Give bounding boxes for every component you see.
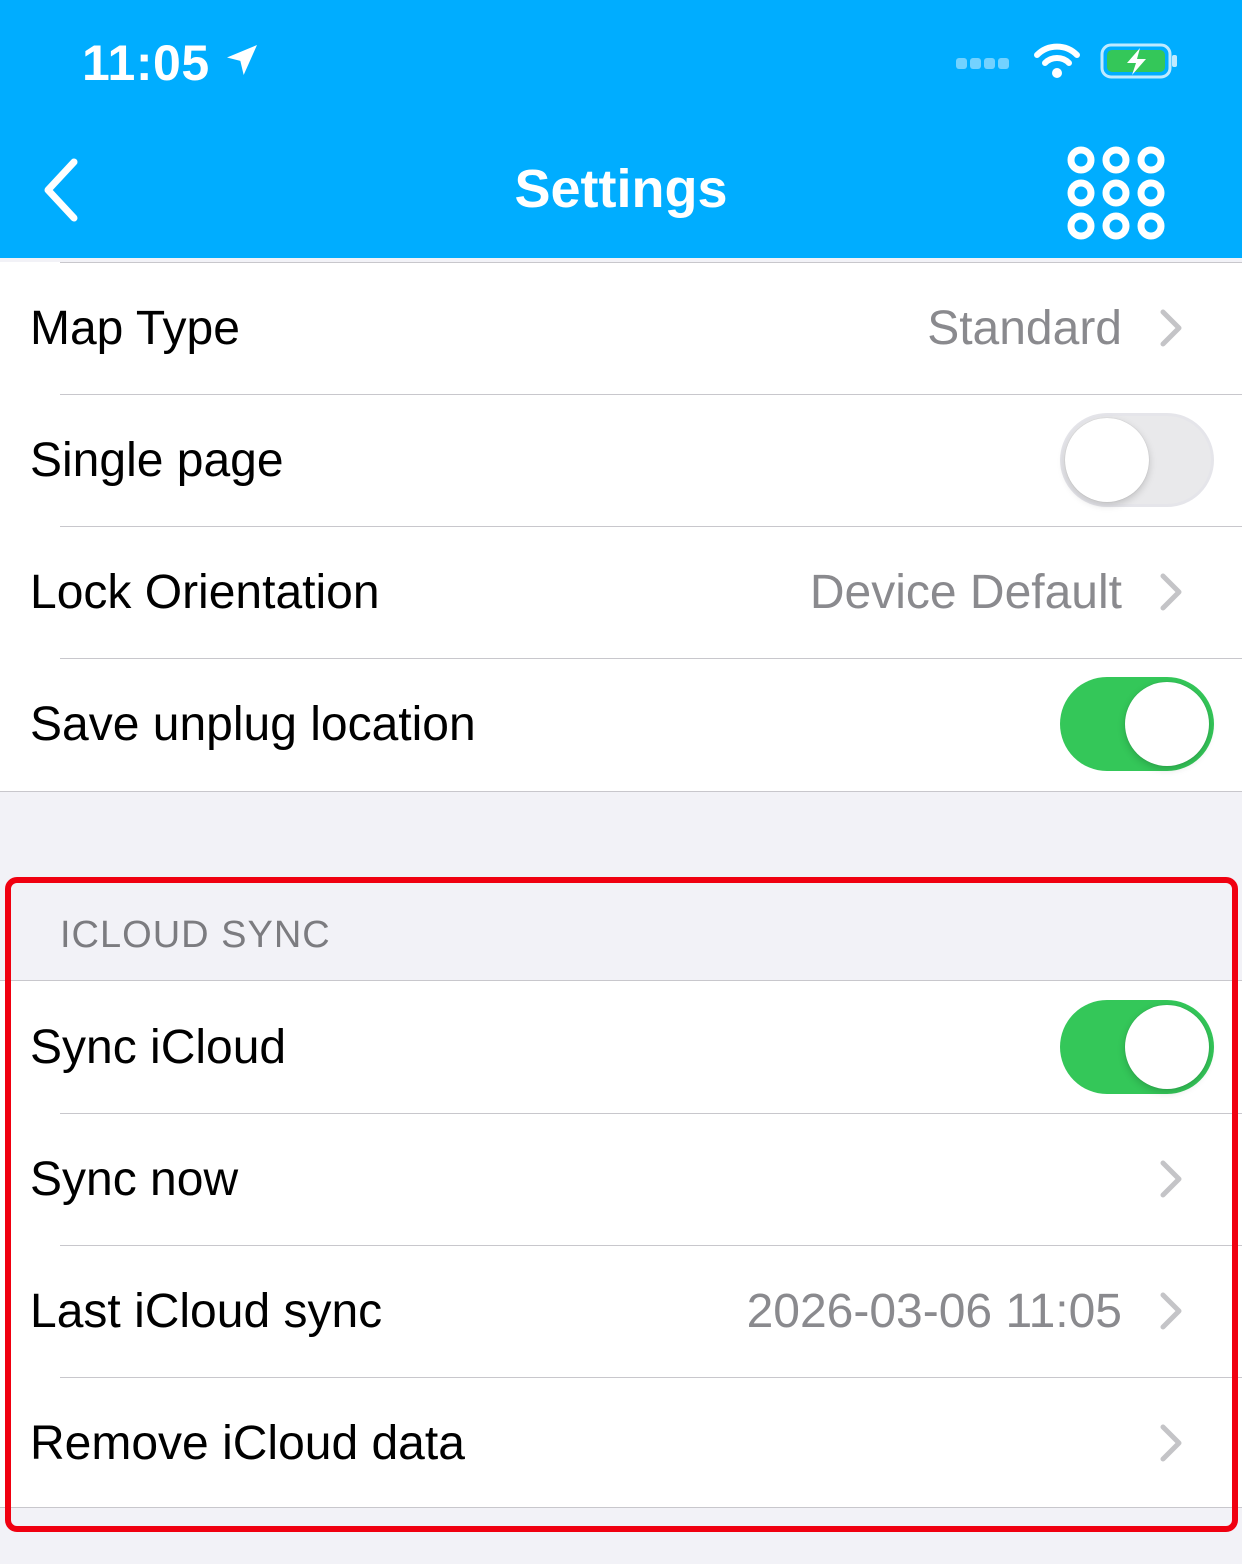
- icloud-sync-section-header: ICLOUD SYNC: [60, 914, 331, 956]
- last-icloud-sync-label: Last iCloud sync: [30, 1284, 383, 1338]
- single-page-toggle[interactable]: [1060, 413, 1214, 507]
- sync-icloud-row: Sync iCloud: [0, 981, 1242, 1113]
- last-icloud-sync-row[interactable]: Last iCloud sync 2026-03-06 11:05: [0, 1245, 1242, 1377]
- status-time: 11:05: [82, 34, 262, 92]
- wifi-icon: [1034, 43, 1080, 84]
- menu-grid-button[interactable]: [1058, 142, 1174, 248]
- toggle-knob: [1125, 1005, 1209, 1089]
- chevron-right-icon: [1156, 308, 1186, 348]
- icloud-sync-group: Sync iCloud Sync now Last iCloud sync 20…: [0, 980, 1242, 1508]
- last-icloud-sync-value: 2026-03-06 11:05: [746, 1284, 1122, 1338]
- sync-now-label: Sync now: [30, 1152, 239, 1206]
- location-arrow-icon: [222, 34, 262, 92]
- chevron-right-icon: [1156, 1291, 1186, 1331]
- lock-orientation-row[interactable]: Lock Orientation Device Default: [0, 526, 1242, 658]
- sync-now-row[interactable]: Sync now: [0, 1113, 1242, 1245]
- sync-icloud-toggle[interactable]: [1060, 1000, 1214, 1094]
- save-unplug-location-toggle[interactable]: [1060, 677, 1214, 771]
- battery-charging-icon: [1100, 41, 1180, 86]
- single-page-row: Single page: [0, 394, 1242, 526]
- map-type-row[interactable]: Map Type Standard: [0, 262, 1242, 394]
- remove-icloud-data-label: Remove iCloud data: [30, 1416, 465, 1470]
- chevron-right-icon: [1156, 572, 1186, 612]
- sync-icloud-label: Sync iCloud: [30, 1020, 287, 1074]
- save-unplug-location-row: Save unplug location: [0, 658, 1242, 790]
- lock-orientation-value: Device Default: [809, 565, 1122, 619]
- save-unplug-location-label: Save unplug location: [30, 697, 476, 751]
- lock-orientation-label: Lock Orientation: [30, 565, 380, 619]
- map-type-label: Map Type: [30, 301, 240, 355]
- general-settings-group: Map Type Standard Single page Lock Orien…: [0, 262, 1242, 792]
- single-page-label: Single page: [30, 433, 284, 487]
- toggle-knob: [1065, 418, 1149, 502]
- toggle-knob: [1125, 682, 1209, 766]
- map-type-value: Standard: [927, 301, 1122, 355]
- grid-dots-icon: [1064, 144, 1168, 247]
- chevron-right-icon: [1156, 1423, 1186, 1463]
- chevron-right-icon: [1156, 1159, 1186, 1199]
- remove-icloud-data-row[interactable]: Remove iCloud data: [0, 1377, 1242, 1509]
- cellular-signal-icon: [956, 57, 1012, 69]
- page-title: Settings: [514, 159, 728, 219]
- status-indicators: [956, 38, 1180, 88]
- status-time-label: 11:05: [82, 35, 210, 91]
- navigation-bar: 11:05 Settings: [0, 0, 1242, 258]
